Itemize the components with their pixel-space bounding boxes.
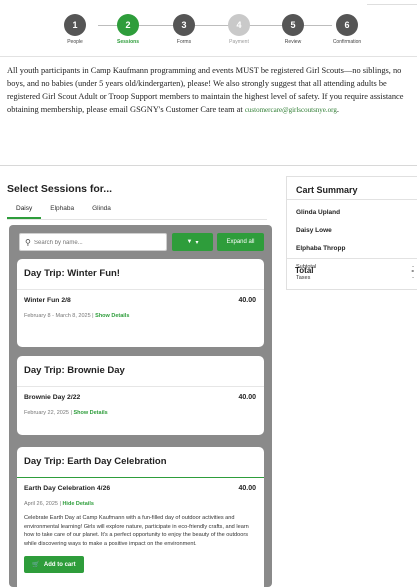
total-label: Total	[295, 266, 314, 275]
step-confirmation[interactable]: 6 Confirmation	[317, 14, 377, 45]
step-label: Confirmation	[332, 39, 362, 45]
step-number: 5	[282, 14, 304, 36]
session-date: February 8 - March 8, 2025	[24, 313, 91, 319]
customer-care-email-link[interactable]: customercare@girlscoutsnye.org	[245, 106, 337, 114]
step-label: Forms	[176, 39, 192, 45]
show-details-link[interactable]: Show Details	[73, 410, 107, 416]
cart-divider	[287, 199, 417, 200]
session-date: February 22, 2025	[24, 410, 69, 416]
session-item: Earth Day Celebration 4/26 40.00 April 2…	[17, 478, 264, 573]
step-review[interactable]: 5 Review	[263, 14, 323, 45]
add-to-cart-button[interactable]: 🛒 Add to cart	[24, 556, 84, 573]
total-value: -	[411, 266, 414, 275]
session-price: 40.00	[238, 485, 256, 492]
session-card-title: Day Trip: Earth Day Celebration	[24, 456, 167, 467]
step-label: Sessions	[117, 39, 139, 45]
session-name: Brownie Day 2/22	[24, 394, 81, 401]
session-date-row: February 22, 2025 | Show Details	[24, 410, 108, 416]
step-number: 4	[228, 14, 250, 36]
header-divider	[0, 56, 417, 57]
sessions-list: ⚲ ▼ ▾ Expand all Day Trip: Winter Fun! W…	[9, 225, 272, 587]
session-name: Winter Fun 2/8	[24, 297, 71, 304]
cart-person: Daisy Lowe	[296, 227, 332, 234]
session-date-row: February 8 - March 8, 2025 | Show Detail…	[24, 313, 130, 319]
filter-button[interactable]: ▼ ▾	[172, 233, 213, 251]
step-sessions[interactable]: 2 Sessions	[98, 14, 158, 45]
section-divider	[0, 165, 417, 166]
session-date: April 26, 2025	[24, 501, 58, 507]
progress-stepper: 1 People 2 Sessions 3 Forms 4 Payment 5 …	[60, 14, 370, 50]
cart-icon: 🛒	[32, 562, 40, 568]
session-item: Brownie Day 2/22 40.00 February 22, 2025…	[17, 387, 264, 416]
cart-divider	[287, 258, 417, 259]
chevron-down-icon: ▾	[195, 239, 199, 246]
session-name: Earth Day Celebration 4/26	[24, 485, 111, 492]
step-people[interactable]: 1 People	[45, 14, 105, 45]
session-card-title: Day Trip: Winter Fun!	[24, 268, 120, 279]
session-card-title: Day Trip: Brownie Day	[24, 365, 125, 376]
tab-glinda[interactable]: Glinda	[83, 203, 120, 219]
session-description: Celebrate Earth Day at Camp Kaufmann wit…	[24, 515, 249, 547]
step-label: Payment	[229, 39, 249, 45]
session-price: 40.00	[238, 394, 256, 401]
notice-end: .	[336, 105, 339, 114]
tabs-divider	[7, 219, 267, 220]
session-card: Day Trip: Earth Day Celebration Earth Da…	[17, 447, 264, 587]
total-row: Total -	[295, 266, 414, 275]
step-payment: 4 Payment	[209, 14, 269, 45]
tab-elphaba[interactable]: Elphaba	[41, 203, 83, 219]
cart-title: Cart Summary	[296, 185, 358, 195]
search-input[interactable]	[34, 236, 162, 249]
cart-person: Elphaba Thropp	[296, 245, 346, 252]
sessions-title: Select Sessions for...	[7, 183, 113, 195]
session-card: Day Trip: Winter Fun! Winter Fun 2/8 40.…	[17, 259, 264, 347]
add-to-cart-label: Add to cart	[43, 561, 76, 568]
hide-details-link[interactable]: Hide Details	[62, 501, 93, 507]
expand-all-button[interactable]: Expand all	[217, 233, 264, 251]
search-toolbar: ⚲ ▼ ▾ Expand all	[19, 233, 264, 251]
session-card: Day Trip: Brownie Day Brownie Day 2/22 4…	[17, 356, 264, 435]
step-number: 6	[336, 14, 358, 36]
show-details-link[interactable]: Show Details	[95, 313, 129, 319]
step-label: Review	[284, 39, 302, 45]
step-number: 2	[117, 14, 139, 36]
step-label: People	[67, 39, 83, 45]
step-number: 1	[64, 14, 86, 36]
cart-person: Glinda Upland	[296, 209, 341, 216]
session-price: 40.00	[238, 297, 256, 304]
step-forms[interactable]: 3 Forms	[154, 14, 214, 45]
search-icon: ⚲	[25, 238, 31, 247]
top-divider	[367, 4, 417, 5]
search-box[interactable]: ⚲	[19, 233, 167, 251]
tab-daisy[interactable]: Daisy	[7, 203, 42, 219]
session-item: Winter Fun 2/8 40.00 February 8 - March …	[17, 290, 264, 319]
session-date-row: April 26, 2025 | Hide Details	[24, 501, 94, 507]
total-row-wrap: Total -	[286, 262, 417, 284]
filter-icon: ▼	[186, 239, 193, 245]
step-number: 3	[173, 14, 195, 36]
person-tabs: Daisy Elphaba Glinda	[7, 203, 120, 219]
membership-notice: All youth participants in Camp Kaufmann …	[7, 64, 415, 117]
notice-text: All youth participants in Camp Kaufmann …	[7, 66, 404, 114]
